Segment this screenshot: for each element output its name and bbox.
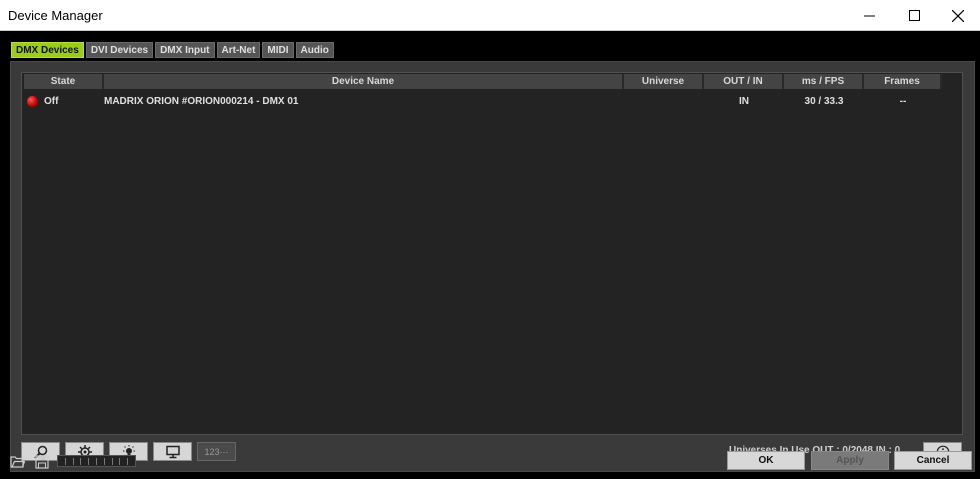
column-header-ms-fps[interactable]: ms / FPS (784, 74, 864, 89)
slider-tick (95, 457, 97, 465)
column-header-out-in[interactable]: OUT / IN (704, 74, 784, 89)
slider-tick (88, 457, 90, 465)
slider-tick (103, 457, 105, 465)
minimize-icon (863, 15, 875, 17)
save-icon (34, 454, 49, 469)
tab-dmx-devices[interactable]: DMX Devices (11, 42, 84, 58)
maximize-button[interactable] (891, 0, 937, 31)
state-value: Off (44, 95, 59, 107)
device-manager-dialog: DMX Devices DVI Devices DMX Input Art-Ne… (0, 31, 980, 479)
column-header-frames[interactable]: Frames (864, 74, 942, 89)
ok-button[interactable]: OK (727, 451, 805, 470)
folder-open-icon (10, 456, 25, 468)
column-header-universe[interactable]: Universe (624, 74, 704, 89)
tab-bar: DMX Devices DVI Devices DMX Input Art-Ne… (11, 42, 334, 58)
save-button[interactable] (33, 453, 50, 470)
device-table[interactable]: State Device Name Universe OUT / IN ms /… (21, 72, 963, 435)
slider-tick (64, 457, 66, 465)
device-name-cell: MADRIX ORION #ORION000214 - DMX 01 (104, 95, 299, 107)
column-header-state[interactable]: State (24, 74, 104, 89)
devices-panel: State Device Name Universe OUT / IN ms /… (10, 61, 975, 472)
slider-tick (111, 457, 113, 465)
cancel-button[interactable]: Cancel (894, 451, 972, 470)
maximize-icon (908, 10, 920, 21)
table-row[interactable]: Off MADRIX ORION #ORION000214 - DMX 01 I… (24, 90, 942, 112)
open-button[interactable] (9, 453, 26, 470)
tab-dvi-devices[interactable]: DVI Devices (85, 42, 154, 58)
table-header: State Device Name Universe OUT / IN ms /… (24, 74, 942, 89)
minimize-button[interactable] (846, 0, 892, 31)
state-cell: Off (24, 95, 104, 107)
out-in-cell: IN (739, 95, 749, 107)
tab-art-net[interactable]: Art-Net (216, 42, 261, 58)
close-button[interactable] (935, 0, 980, 31)
slider-tick (119, 457, 121, 465)
column-header-device-name[interactable]: Device Name (104, 74, 624, 89)
ms-fps-cell: 30 / 33.3 (804, 95, 844, 107)
apply-button[interactable]: Apply (811, 451, 889, 470)
frames-cell: -- (899, 95, 907, 107)
status-led-icon (27, 95, 38, 107)
zoom-slider[interactable] (57, 455, 136, 467)
close-icon (952, 9, 964, 22)
slider-tick (127, 457, 129, 465)
slider-tick (80, 457, 82, 465)
slider-tick (72, 457, 74, 465)
tab-midi[interactable]: MIDI (262, 42, 294, 58)
title-bar: Device Manager (0, 0, 980, 31)
tab-dmx-input[interactable]: DMX Input (155, 42, 215, 58)
window-title: Device Manager (8, 8, 103, 23)
tab-audio[interactable]: Audio (295, 42, 334, 58)
